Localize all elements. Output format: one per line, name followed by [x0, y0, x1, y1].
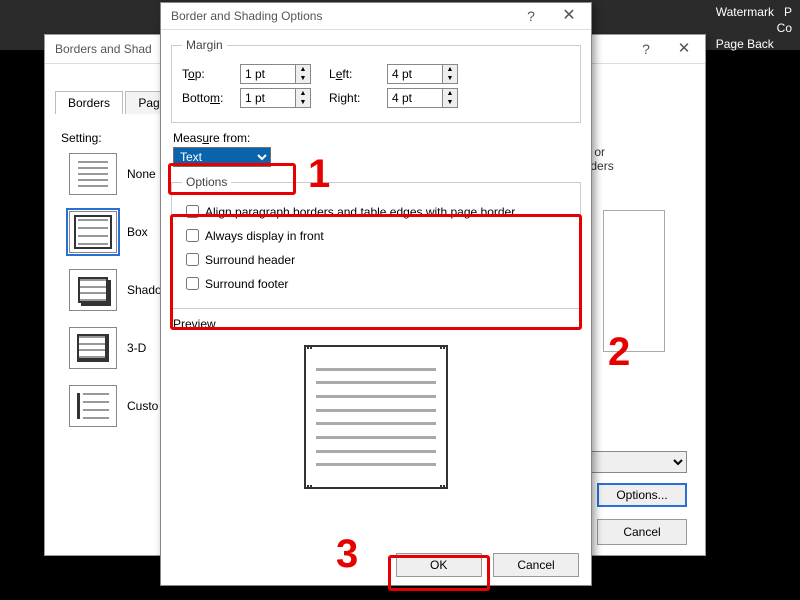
- help-icon[interactable]: ?: [519, 3, 543, 29]
- setting-3d[interactable]: 3-D: [69, 327, 162, 369]
- setting-box[interactable]: Box: [69, 211, 162, 253]
- cancel-button-back[interactable]: Cancel: [597, 519, 687, 545]
- spin-down-icon[interactable]: ▼: [296, 74, 310, 83]
- opt-header-checkbox[interactable]: [186, 253, 199, 266]
- cancel-button[interactable]: Cancel: [493, 553, 579, 577]
- close-icon[interactable]: ✕: [557, 3, 581, 29]
- callout-number-2: 2: [608, 330, 630, 375]
- opt-front-checkbox[interactable]: [186, 229, 199, 242]
- spin-down-icon[interactable]: ▼: [443, 98, 457, 107]
- close-icon[interactable]: ✕: [669, 35, 699, 63]
- margin-group: Margin Top: ▲▼ Left: ▲▼ Bottom: ▲▼ Right…: [171, 38, 581, 123]
- dialog-title: Border and Shading Options: [171, 9, 322, 23]
- callout-number-3: 3: [336, 532, 358, 577]
- margin-left-label: Left:: [329, 67, 387, 81]
- dialog-title: Borders and Shad: [55, 42, 152, 56]
- spin-up-icon[interactable]: ▲: [296, 89, 310, 98]
- margin-top-input[interactable]: [240, 64, 296, 84]
- tab-borders[interactable]: Borders: [55, 91, 123, 114]
- spin-up-icon[interactable]: ▲: [296, 65, 310, 74]
- dialog-titlebar: Border and Shading Options ? ✕: [161, 3, 591, 30]
- ribbon-page-back[interactable]: Page Back: [716, 37, 774, 51]
- spin-up-icon[interactable]: ▲: [443, 89, 457, 98]
- spin-down-icon[interactable]: ▼: [443, 74, 457, 83]
- setting-shadow[interactable]: Shado: [69, 269, 162, 311]
- callout-number-1: 1: [308, 152, 330, 197]
- measure-from-label: Measure from:: [173, 131, 579, 145]
- preview-label: Preview: [173, 317, 579, 331]
- margin-bottom-input[interactable]: [240, 88, 296, 108]
- margin-right-label: Right:: [329, 91, 387, 105]
- border-shading-options-dialog: Border and Shading Options ? ✕ Margin To…: [160, 2, 592, 586]
- opt-align-checkbox[interactable]: [186, 205, 199, 218]
- setting-label: Setting:: [61, 131, 102, 145]
- spin-up-icon[interactable]: ▲: [443, 65, 457, 74]
- setting-custom[interactable]: Custo: [69, 385, 162, 427]
- setting-none[interactable]: None: [69, 153, 162, 195]
- margin-right-input[interactable]: [387, 88, 443, 108]
- margin-left-input[interactable]: [387, 64, 443, 84]
- spin-down-icon[interactable]: ▼: [296, 98, 310, 107]
- margin-top-label: Top:: [182, 67, 240, 81]
- preview-box: [276, 337, 476, 497]
- measure-from-select[interactable]: Text: [173, 147, 271, 167]
- ok-button[interactable]: OK: [396, 553, 482, 577]
- margin-bottom-label: Bottom:: [182, 91, 240, 105]
- help-icon[interactable]: ?: [631, 35, 661, 63]
- ribbon-watermark[interactable]: Watermark: [716, 5, 774, 19]
- opt-footer-checkbox[interactable]: [186, 277, 199, 290]
- options-button[interactable]: Options...: [597, 483, 687, 507]
- options-group: Options Align paragraph borders and tabl…: [171, 175, 581, 309]
